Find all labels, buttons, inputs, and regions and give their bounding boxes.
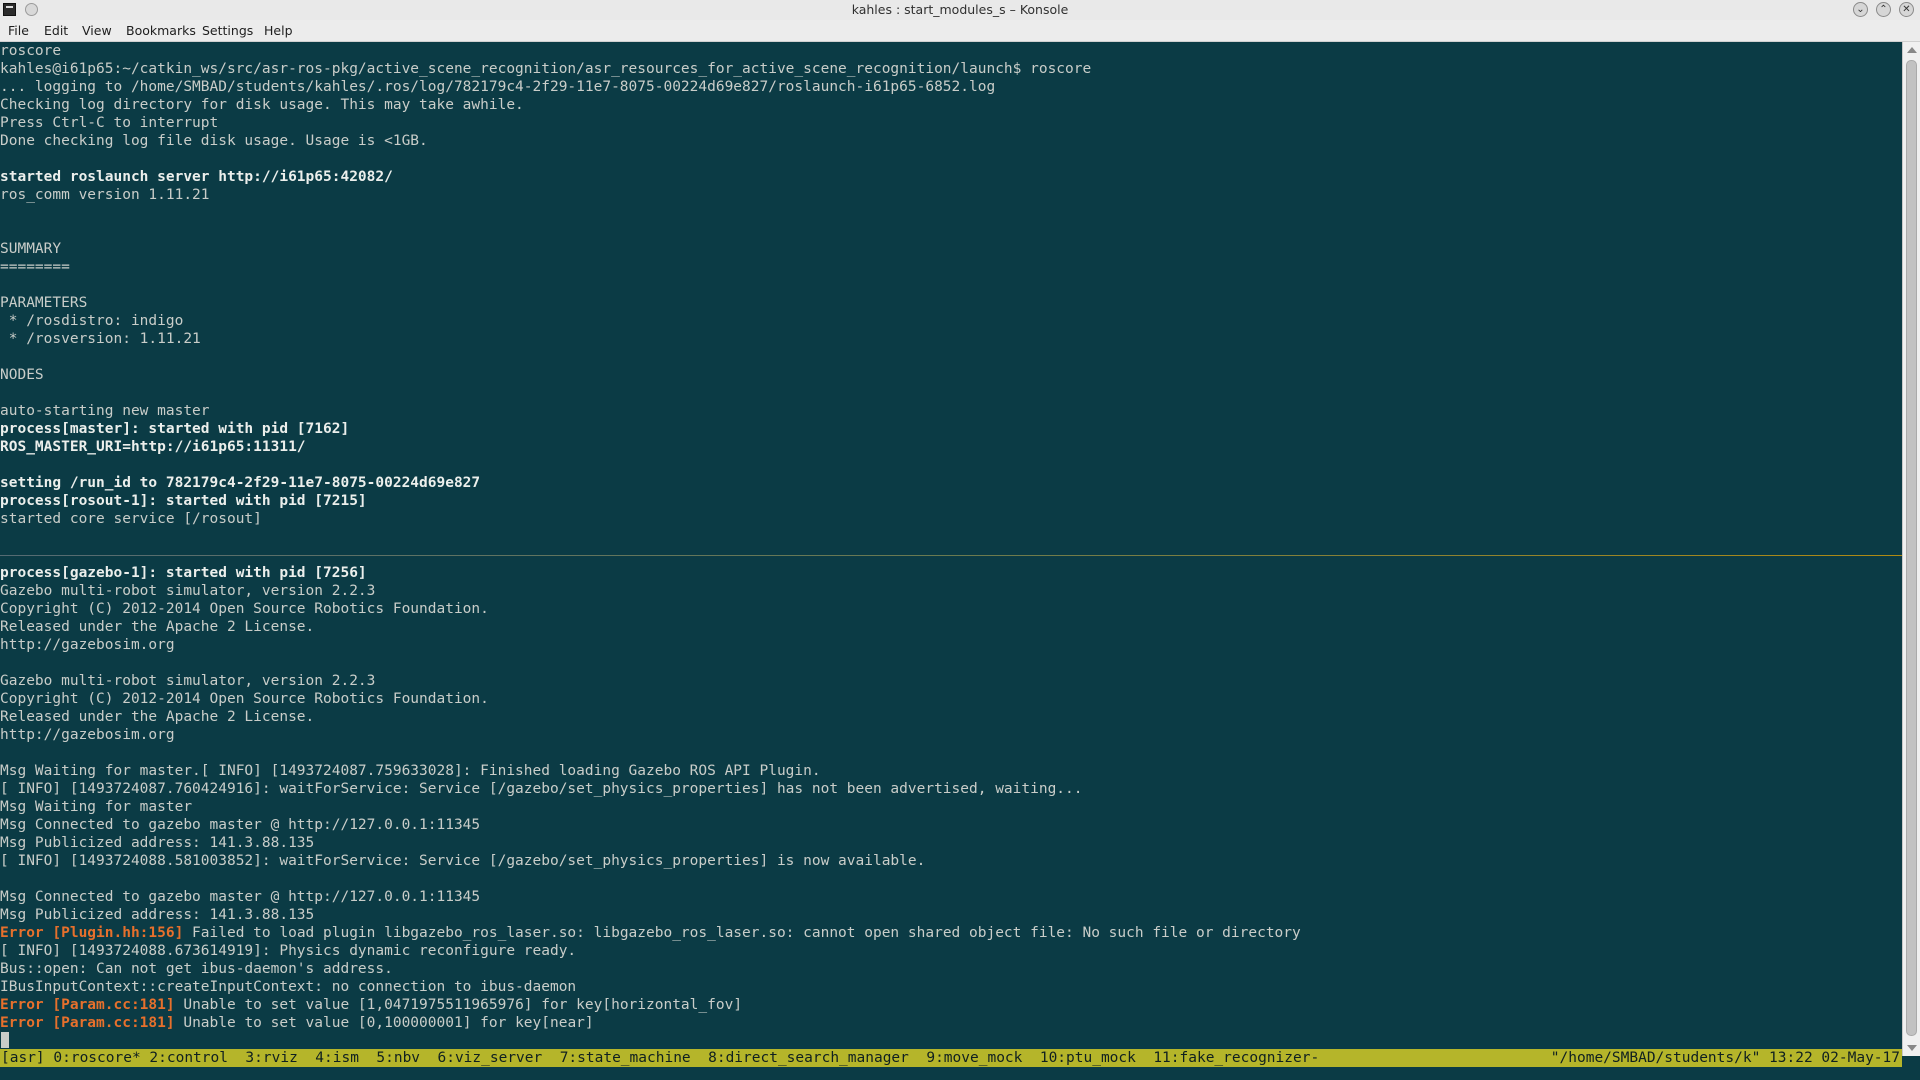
terminal-line: Bus::open: Can not get ibus-daemon's add…	[0, 961, 393, 977]
scroll-up-icon[interactable]	[1907, 47, 1917, 53]
terminal-line: Gazebo multi-robot simulator, version 2.…	[0, 673, 376, 689]
terminal-line: setting /run_id to 782179c4-2f29-11e7-80…	[0, 475, 481, 491]
tmux-status-bar: [asr] 0:roscore* 2:control 3:rviz 4:ism …	[0, 1049, 1902, 1067]
error-prefix: Error [Param.cc:181]	[0, 1015, 175, 1031]
terminal-line: Checking log directory for disk usage. T…	[0, 97, 524, 113]
scroll-down-icon[interactable]	[1907, 1045, 1917, 1051]
terminal-output[interactable]: roscore kahles@i61p65:~/catkin_ws/src/asr…	[0, 42, 1902, 1056]
terminal-line: Msg Connected to gazebo master @ http://…	[0, 817, 481, 833]
menubar: File Edit View Bookmarks Settings Help	[0, 20, 1920, 42]
terminal-line: * /rosversion: 1.11.21	[0, 331, 201, 347]
terminal-line: http://gazebosim.org	[0, 637, 175, 653]
terminal-scrollbar[interactable]	[1902, 42, 1920, 1056]
terminal-line: Done checking log file disk usage. Usage…	[0, 133, 428, 149]
error-prefix: Error [Plugin.hh:156]	[0, 925, 184, 941]
menu-file[interactable]: File	[8, 23, 29, 38]
pane-separator	[0, 555, 1902, 556]
terminal-line: Error [Plugin.hh:156] Failed to load plu…	[0, 925, 1301, 941]
terminal-line: Error [Param.cc:181] Unable to set value…	[0, 1015, 594, 1031]
tmux-status-right: "/home/SMBAD/students/k" 13:22 02-May-17	[1550, 1050, 1900, 1066]
terminal-line: IBusInputContext::createInputContext: no…	[0, 979, 577, 995]
terminal-line: Msg Publicized address: 141.3.88.135	[0, 835, 315, 851]
terminal-line: Msg Waiting for master	[0, 799, 193, 815]
terminal-cursor	[1, 1032, 9, 1048]
terminal-line: Msg Connected to gazebo master @ http://…	[0, 889, 481, 905]
menu-bookmarks[interactable]: Bookmarks	[126, 23, 196, 38]
terminal-line: kahles@i61p65:~/catkin_ws/src/asr-ros-pk…	[0, 61, 1092, 77]
menu-edit[interactable]: Edit	[44, 23, 68, 38]
terminal-line: Msg Publicized address: 141.3.88.135	[0, 907, 315, 923]
terminal-line: Released under the Apache 2 License.	[0, 709, 315, 725]
minimize-button[interactable]: ⌄	[1853, 2, 1868, 17]
terminal-line: SUMMARY	[0, 241, 62, 257]
terminal-line: Copyright (C) 2012-2014 Open Source Robo…	[0, 601, 489, 617]
terminal-line: process[rosout-1]: started with pid [721…	[0, 493, 367, 509]
terminal-line: started core service [/rosout]	[0, 511, 262, 527]
bottom-strip	[0, 1067, 1920, 1080]
menu-settings[interactable]: Settings	[202, 23, 253, 38]
terminal-line: PARAMETERS	[0, 295, 88, 311]
terminal-line: roscore	[0, 43, 62, 59]
menu-view[interactable]: View	[82, 23, 112, 38]
error-prefix: Error [Param.cc:181]	[0, 997, 175, 1013]
scrollbar-thumb[interactable]	[1906, 60, 1917, 1036]
terminal-line: ROS_MASTER_URI=http://i61p65:11311/	[0, 439, 306, 455]
terminal-line: [ INFO] [1493724088.581003852]: waitForS…	[0, 853, 926, 869]
terminal-line: ros_comm version 1.11.21	[0, 187, 210, 203]
terminal-line: Error [Param.cc:181] Unable to set value…	[0, 997, 743, 1013]
terminal-line: auto-starting new master	[0, 403, 210, 419]
terminal-line: * /rosdistro: indigo	[0, 313, 184, 329]
terminal-line: http://gazebosim.org	[0, 727, 175, 743]
close-button[interactable]: ✕	[1899, 2, 1914, 17]
terminal-line: ========	[0, 259, 70, 275]
terminal-line: process[master]: started with pid [7162]	[0, 421, 350, 437]
terminal-text: roscore kahles@i61p65:~/catkin_ws/src/asr…	[0, 42, 1902, 1032]
tmux-window-list[interactable]: [asr] 0:roscore* 2:control 3:rviz 4:ism …	[1, 1049, 1319, 1067]
menu-help[interactable]: Help	[264, 23, 293, 38]
terminal-line: Msg Waiting for master.[ INFO] [14937240…	[0, 763, 821, 779]
terminal-line: Copyright (C) 2012-2014 Open Source Robo…	[0, 691, 489, 707]
terminal-line: ... logging to /home/SMBAD/students/kahl…	[0, 79, 996, 95]
maximize-button[interactable]: ⌃	[1876, 2, 1891, 17]
terminal-line: [ INFO] [1493724087.760424916]: waitForS…	[0, 781, 1083, 797]
terminal-line: Released under the Apache 2 License.	[0, 619, 315, 635]
window-titlebar[interactable]: kahles : start_modules_s – Konsole ⌄ ⌃ ✕	[0, 0, 1920, 20]
terminal-line: process[gazebo-1]: started with pid [725…	[0, 565, 367, 581]
terminal-line: [ INFO] [1493724088.673614919]: Physics …	[0, 943, 577, 959]
terminal-line: Press Ctrl-C to interrupt	[0, 115, 219, 131]
terminal-line: NODES	[0, 367, 44, 383]
window-title: kahles : start_modules_s – Konsole	[851, 2, 1069, 17]
terminal-line: started roslaunch server http://i61p65:4…	[0, 169, 393, 185]
terminal-line: Gazebo multi-robot simulator, version 2.…	[0, 583, 376, 599]
